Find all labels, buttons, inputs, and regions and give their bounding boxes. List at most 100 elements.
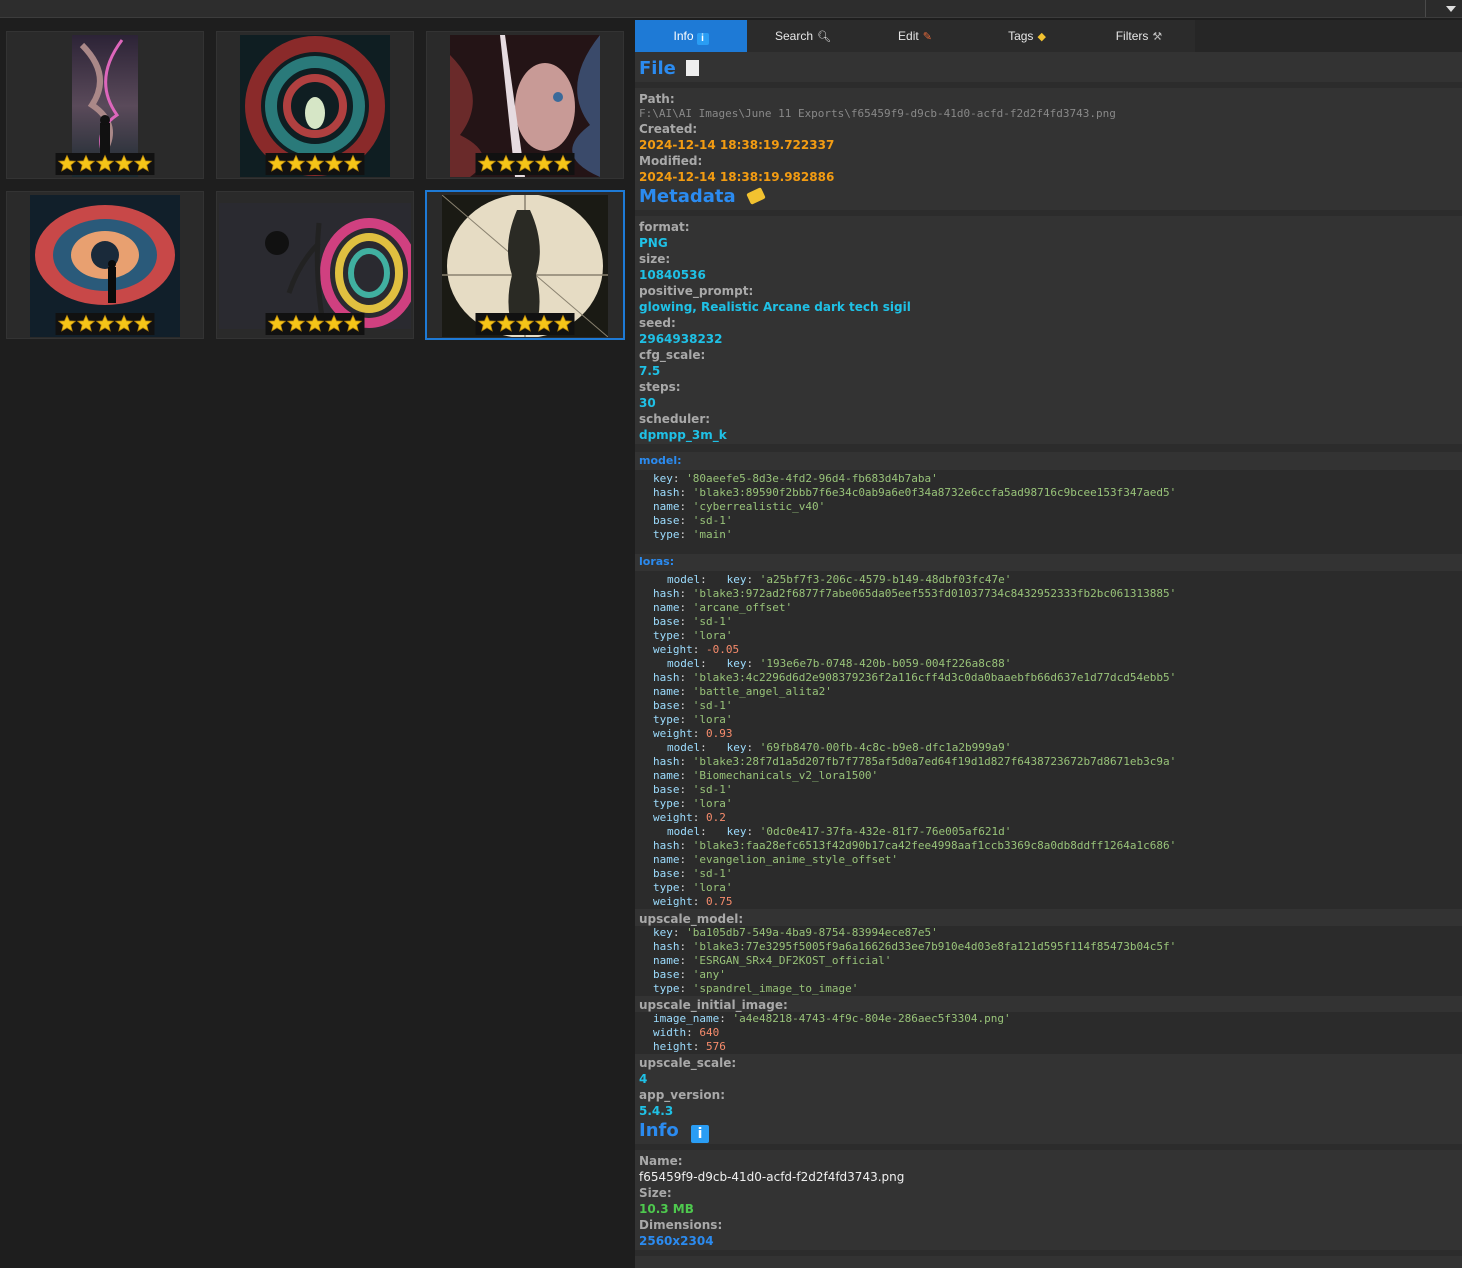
- star-icon[interactable]: [496, 314, 516, 333]
- cfg-scale-label: cfg_scale:: [639, 348, 706, 362]
- tag-icon: ◆: [1037, 31, 1046, 43]
- size-label: size:: [639, 252, 671, 266]
- path-field[interactable]: [0, 0, 1426, 17]
- tab-info[interactable]: Info i: [635, 20, 747, 52]
- star-icon[interactable]: [114, 314, 134, 333]
- tab-search[interactable]: Search 🔍︎: [747, 20, 859, 52]
- wrench-icon: ⚒: [1152, 31, 1163, 43]
- star-icon[interactable]: [267, 154, 287, 173]
- seed-value: 2964938232: [639, 332, 723, 346]
- star-icon[interactable]: [553, 314, 573, 333]
- dimensions-label: Dimensions:: [639, 1218, 723, 1232]
- rating-stars[interactable]: [55, 153, 155, 175]
- star-icon[interactable]: [496, 154, 516, 173]
- positive-prompt-label: positive_prompt:: [639, 284, 754, 298]
- star-icon[interactable]: [343, 154, 363, 173]
- divider: [635, 1144, 1462, 1150]
- star-icon[interactable]: [305, 154, 325, 173]
- scheduler-value: dpmpp_3m_k: [639, 428, 727, 442]
- top-bar: [0, 0, 1462, 18]
- steps-label: steps:: [639, 380, 681, 394]
- thumbnail-image: [219, 203, 411, 329]
- upscale-scale-value: 4: [639, 1072, 648, 1086]
- star-icon[interactable]: [133, 154, 153, 173]
- image-gallery: [0, 20, 634, 1268]
- star-icon[interactable]: [267, 314, 287, 333]
- loras-label: loras:: [639, 555, 675, 568]
- divider: [635, 82, 1462, 88]
- star-icon[interactable]: [286, 314, 306, 333]
- steps-value: 30: [639, 396, 656, 410]
- model-label: model:: [639, 454, 682, 467]
- modified-value: 2024-12-14 18:38:19.982886: [639, 170, 835, 184]
- format-label: format:: [639, 220, 690, 234]
- thumbnail[interactable]: [216, 31, 414, 179]
- star-icon[interactable]: [76, 154, 96, 173]
- model-code-block: key: '80aeefe5-8d3e-4fd2-96d4-fb683d4b7a…: [635, 470, 1462, 554]
- star-icon[interactable]: [343, 314, 363, 333]
- app-version-label: app_version:: [639, 1088, 725, 1102]
- upscale-scale-label: upscale_scale:: [639, 1056, 737, 1070]
- path-value: F:\AI\AI Images\June 11 Exports\f65459f9…: [639, 107, 1116, 120]
- star-icon[interactable]: [324, 154, 344, 173]
- magnifier-icon: 🔍︎: [817, 31, 831, 43]
- thumbnail[interactable]: [426, 31, 624, 179]
- tab-edit[interactable]: Edit ✎: [859, 20, 971, 52]
- name-value: f65459f9-d9cb-41d0-acfd-f2d2f4fd3743.png: [639, 1170, 905, 1184]
- upscale-model-code-block: key: 'ba105db7-549a-4ba9-8754-83994ece87…: [635, 926, 1462, 996]
- scheduler-label: scheduler:: [639, 412, 711, 426]
- document-icon: [686, 60, 700, 76]
- divider: [635, 444, 1462, 452]
- tab-tags[interactable]: Tags ◆: [971, 20, 1083, 52]
- format-value: PNG: [639, 236, 668, 250]
- star-icon[interactable]: [76, 314, 96, 333]
- star-icon[interactable]: [286, 154, 306, 173]
- section-heading-file: File: [639, 58, 700, 79]
- upscale-initial-image-label: upscale_initial_image:: [639, 998, 788, 1012]
- star-icon[interactable]: [95, 154, 115, 173]
- tab-filters[interactable]: Filters ⚒: [1083, 20, 1195, 52]
- star-icon[interactable]: [515, 314, 535, 333]
- rating-stars[interactable]: [265, 313, 365, 335]
- rating-stars[interactable]: [475, 153, 575, 175]
- created-label: Created:: [639, 122, 698, 136]
- info-size-label: Size:: [639, 1186, 672, 1200]
- section-heading-metadata: Metadata: [639, 186, 766, 207]
- star-icon[interactable]: [57, 314, 77, 333]
- star-icon[interactable]: [114, 154, 134, 173]
- thumbnail[interactable]: [6, 31, 204, 179]
- rating-stars[interactable]: [265, 153, 365, 175]
- divider: [635, 210, 1462, 216]
- seed-label: seed:: [639, 316, 676, 330]
- path-label: Path:: [639, 92, 675, 106]
- star-icon[interactable]: [534, 314, 554, 333]
- cfg-scale-value: 7.5: [639, 364, 661, 378]
- rating-stars[interactable]: [55, 313, 155, 335]
- app-version-value: 5.4.3: [639, 1104, 674, 1118]
- star-icon[interactable]: [95, 314, 115, 333]
- star-icon[interactable]: [534, 154, 554, 173]
- thumbnail[interactable]: [216, 191, 414, 339]
- rating-stars[interactable]: [475, 313, 575, 335]
- modified-label: Modified:: [639, 154, 703, 168]
- dimensions-value: 2560x2304: [639, 1234, 714, 1248]
- name-label: Name:: [639, 1154, 683, 1168]
- thumbnail-selected[interactable]: [425, 190, 625, 340]
- star-icon[interactable]: [515, 154, 535, 173]
- star-icon[interactable]: [477, 314, 497, 333]
- upscale-initial-image-code-block: image_name: 'a4e48218-4743-4f9c-804e-286…: [635, 1012, 1462, 1054]
- star-icon[interactable]: [477, 154, 497, 173]
- info-icon: i: [691, 1125, 709, 1143]
- thumbnail[interactable]: [6, 191, 204, 339]
- positive-prompt-value: glowing, Realistic Arcane dark tech sigi…: [639, 300, 911, 314]
- star-icon[interactable]: [57, 154, 77, 173]
- star-icon[interactable]: [324, 314, 344, 333]
- section-heading-info: Info i: [639, 1120, 709, 1143]
- star-icon[interactable]: [133, 314, 153, 333]
- star-icon[interactable]: [553, 154, 573, 173]
- info-size-value: 10.3 MB: [639, 1202, 694, 1216]
- star-icon[interactable]: [305, 314, 325, 333]
- tab-bar: Info i Search 🔍︎ Edit ✎ Tags ◆ Filters ⚒: [635, 20, 1462, 52]
- dropdown-arrow-icon[interactable]: [1446, 6, 1456, 12]
- size-value: 10840536: [639, 268, 706, 282]
